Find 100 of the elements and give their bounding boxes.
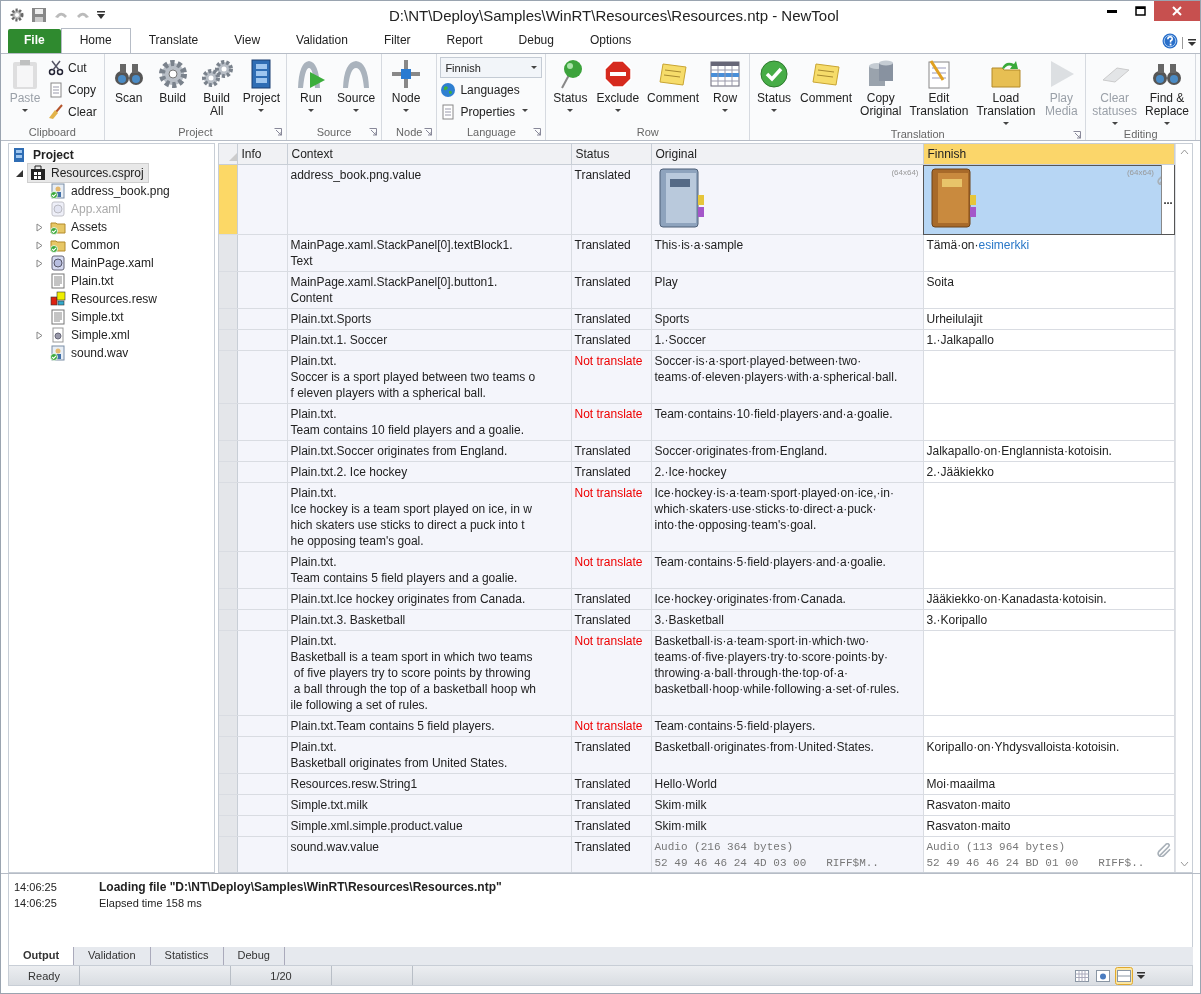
dialog-launcher-icon[interactable] (424, 128, 433, 137)
ribbon-button[interactable]: Build All (195, 56, 238, 121)
table-cell-text: 1.·Jalkapallo (925, 332, 995, 350)
tree-item[interactable]: address_book.png (47, 181, 175, 202)
column-header[interactable]: Context (287, 144, 571, 165)
check-circle-icon (758, 58, 791, 91)
tree-item[interactable]: Resources.resw (47, 289, 163, 310)
column-header[interactable]: Info (237, 144, 287, 165)
ribbon-button[interactable]: Clear (48, 102, 101, 122)
ribbon-tab[interactable]: Report (428, 29, 501, 54)
column-header[interactable]: Original (651, 144, 923, 165)
ribbon-button[interactable]: Status (549, 56, 592, 115)
button-label: Status (757, 92, 792, 113)
customize-icon[interactable] (1136, 969, 1146, 982)
table-cell-text: Tämä·on·esimerkki (925, 237, 1031, 255)
tree-item[interactable]: Plain.txt (47, 271, 119, 292)
table-cell-text: Play (653, 274, 679, 292)
tree-item[interactable]: MainPage.xaml (47, 253, 159, 274)
button-label: Scan (115, 92, 143, 106)
table-cell-text: Plain.txt.1. Soccer (289, 332, 389, 350)
group-label: Clipboard (28, 126, 76, 139)
button-label: Clear statuses (1092, 92, 1137, 126)
tree-item[interactable]: sound.wav (47, 343, 134, 364)
ribbon-button[interactable]: Copy Original (857, 56, 905, 121)
select-all-icon[interactable] (228, 153, 237, 162)
button-label: Comment (647, 92, 700, 106)
document-icon (48, 81, 64, 98)
ribbon-button[interactable]: Build (151, 56, 194, 108)
ribbon-tab[interactable]: Validation (278, 29, 366, 54)
status-cell-text: Translated (573, 839, 632, 857)
ribbon-button[interactable]: Comment (797, 56, 856, 108)
ribbon-button[interactable]: Load Translation (973, 56, 1039, 128)
ribbon-tab[interactable]: View (216, 29, 279, 54)
ribbon-tab[interactable]: Home (60, 28, 131, 54)
status-cell-text: Translated (573, 776, 632, 794)
customize-icon[interactable] (97, 10, 105, 21)
ribbon-button[interactable]: Find & Replace (1142, 56, 1193, 128)
ribbon-button[interactable]: Status (753, 56, 796, 115)
language-dropdown[interactable]: Finnish (440, 57, 543, 79)
gear-icon[interactable] (9, 7, 25, 24)
ribbon-button[interactable]: Exclude (593, 56, 643, 115)
ribbon-button[interactable]: Source (334, 56, 379, 115)
ribbon-button[interactable]: Cut (48, 58, 101, 78)
ribbon-tab[interactable]: Options (571, 29, 650, 54)
column-header[interactable]: Finnish (923, 144, 1175, 165)
table-cell-text: Rasvaton·maito (925, 818, 1012, 836)
column-header[interactable]: Status (571, 144, 651, 165)
panel-tab[interactable]: Output (9, 947, 75, 966)
table-cell-text: Simple.xml.simple.product.value (289, 818, 464, 836)
row-header[interactable] (219, 836, 237, 873)
ribbon-tab[interactable]: Translate (130, 29, 217, 54)
tree-item[interactable]: Simple.txt (47, 307, 129, 328)
ribbon-button[interactable]: Properties (440, 102, 533, 122)
tree-item[interactable]: Resources.csproj (27, 163, 149, 184)
scroll-down-icon[interactable] (1179, 861, 1189, 868)
ribbon-button[interactable]: Edit Translation (906, 56, 972, 121)
help-icon[interactable] (1162, 33, 1178, 50)
tree-item[interactable]: Common (47, 235, 125, 256)
dialog-launcher-icon[interactable] (1073, 131, 1082, 140)
group-label: Editing (1123, 127, 1158, 140)
status-cell-text: Translated (573, 797, 632, 815)
ribbon-button[interactable]: Row (704, 56, 747, 115)
scroll-up-icon[interactable] (1179, 149, 1189, 156)
ribbon-button[interactable]: Node (385, 56, 428, 115)
status-cell-text: Translated (573, 739, 632, 757)
save-icon[interactable] (31, 7, 47, 24)
tree-root-label[interactable]: Project (33, 148, 74, 163)
status-cell-text: Translated (573, 311, 632, 329)
tree-item[interactable]: Assets (47, 217, 112, 238)
ribbon-button[interactable]: Copy (48, 80, 101, 100)
ribbon-tab[interactable]: Debug (500, 29, 572, 54)
button-label: Copy Original (860, 92, 902, 119)
status-cell-text: Not translate (573, 353, 644, 371)
table-cell-text: Koripallo·on·Yhdysvalloista·kotoisin. (925, 739, 1121, 757)
dialog-launcher-icon[interactable] (533, 128, 542, 137)
ribbon-button[interactable]: Languages (440, 80, 533, 100)
edit-button[interactable]: ... (1161, 165, 1174, 235)
table-cell-text: Skim·milk (653, 797, 708, 815)
tree-item[interactable]: Simple.xml (47, 325, 135, 346)
table-cell-text: Plain.txt.Soccer originates from England. (289, 443, 509, 461)
ribbon-button[interactable]: Comment (644, 56, 703, 108)
folder-icon (50, 219, 66, 236)
ribbon-tab[interactable]: File (8, 29, 61, 54)
table-cell-text: Audio (113 964 bytes) 52 49 46 46 24 BD 01 00 RIFF$.. (925, 840, 1146, 872)
ribbon-button[interactable]: Run (290, 56, 333, 115)
image-file-icon (50, 183, 66, 200)
button-label: Load Translation (976, 92, 1036, 126)
button-label: Edit Translation (909, 92, 969, 119)
expander-icon[interactable] (15, 168, 24, 178)
ribbon-options-icon[interactable] (1182, 37, 1196, 50)
globe-file-icon (50, 255, 66, 272)
button-label: Play Media (1044, 92, 1078, 119)
ribbon-button[interactable]: Project (239, 56, 284, 115)
ribbon-tab[interactable]: Filter (365, 29, 429, 54)
close-button[interactable] (1154, 1, 1200, 21)
ribbon-button[interactable]: Scan (107, 56, 150, 108)
dialog-launcher-icon[interactable] (274, 128, 283, 137)
table-cell-text: Hello·World (653, 776, 718, 794)
dialog-launcher-icon[interactable] (369, 128, 378, 137)
text-file-icon (50, 273, 66, 290)
